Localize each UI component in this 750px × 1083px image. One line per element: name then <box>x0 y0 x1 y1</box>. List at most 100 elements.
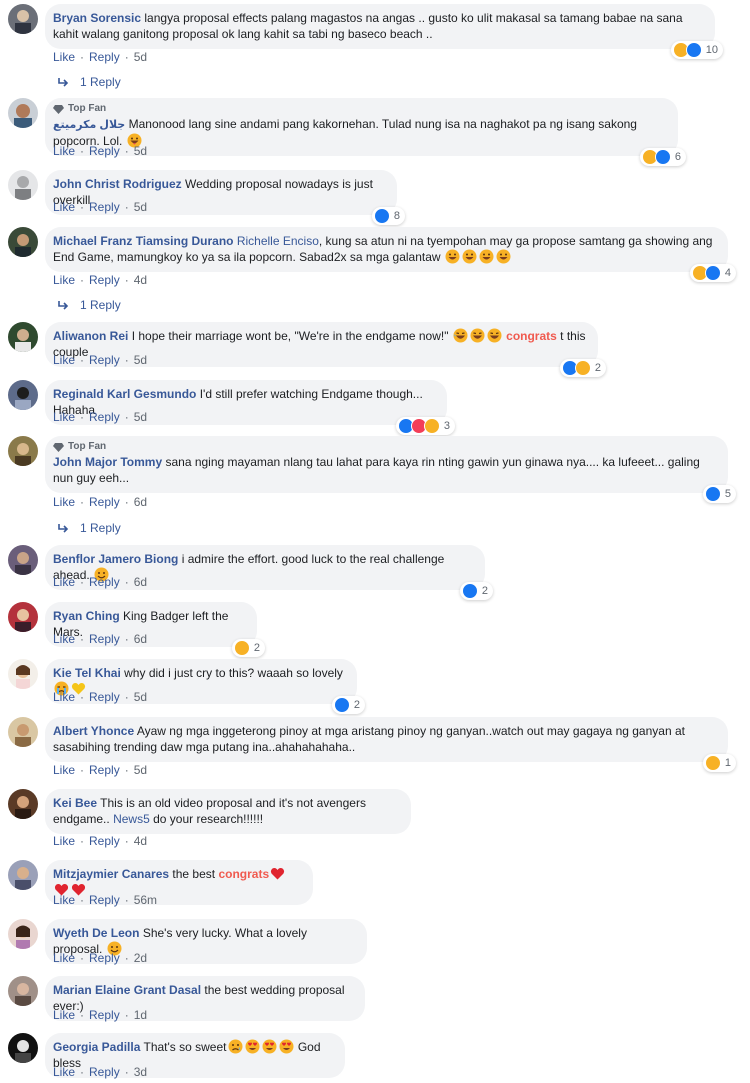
like-link[interactable]: Like <box>53 200 75 214</box>
timestamp[interactable]: 56m <box>134 893 157 907</box>
reply-link[interactable]: Reply <box>89 893 120 907</box>
avatar[interactable] <box>8 717 38 747</box>
like-link[interactable]: Like <box>53 1065 75 1079</box>
avatar[interactable] <box>8 545 38 575</box>
timestamp[interactable]: 5d <box>134 763 147 777</box>
commenter-name[interactable]: Kie Tel Khai <box>53 666 121 680</box>
avatar[interactable] <box>8 170 38 200</box>
timestamp[interactable]: 5d <box>134 690 147 704</box>
comment-feed: Bryan Sorensic langya proposal effects p… <box>0 0 750 1083</box>
reply-link[interactable]: Reply <box>89 144 120 158</box>
reply-link[interactable]: Reply <box>89 495 120 509</box>
avatar[interactable] <box>8 227 38 257</box>
like-link[interactable]: Like <box>53 575 75 589</box>
comment-text-after: do your research!!!!!! <box>153 812 264 826</box>
avatar[interactable] <box>8 4 38 34</box>
like-link[interactable]: Like <box>53 50 75 64</box>
commenter-name[interactable]: Benflor Jamero Biong <box>53 552 178 566</box>
avatar[interactable] <box>8 860 38 890</box>
reply-link[interactable]: Reply <box>89 763 120 777</box>
avatar[interactable] <box>8 1033 38 1063</box>
view-replies-link[interactable]: 1 Reply <box>58 75 121 89</box>
avatar[interactable] <box>8 919 38 949</box>
reply-link[interactable]: Reply <box>89 200 120 214</box>
like-link[interactable]: Like <box>53 410 75 424</box>
reaction-summary[interactable]: 2 <box>331 696 365 714</box>
commenter-name[interactable]: Bryan Sorensic <box>53 11 141 25</box>
timestamp[interactable]: 5d <box>134 410 147 424</box>
reaction-count: 1 <box>724 757 731 769</box>
timestamp[interactable]: 6d <box>134 575 147 589</box>
reaction-summary[interactable]: 2 <box>559 359 606 377</box>
avatar[interactable] <box>8 789 38 819</box>
reply-link[interactable]: Reply <box>89 834 120 848</box>
avatar[interactable] <box>8 659 38 689</box>
like-link[interactable]: Like <box>53 893 75 907</box>
reaction-summary[interactable]: 2 <box>459 582 493 600</box>
timestamp[interactable]: 2d <box>134 951 147 965</box>
reply-link[interactable]: Reply <box>89 410 120 424</box>
timestamp[interactable]: 4d <box>134 834 147 848</box>
commenter-name[interactable]: Mitzjaymier Canares <box>53 867 169 881</box>
reply-link[interactable]: Reply <box>89 1065 120 1079</box>
like-link[interactable]: Like <box>53 273 75 287</box>
timestamp[interactable]: 4d <box>134 273 147 287</box>
commenter-name[interactable]: John Major Tommy <box>53 455 162 469</box>
like-link[interactable]: Like <box>53 495 75 509</box>
commenter-name[interactable]: جلال مكرميتع <box>53 119 125 131</box>
like-link[interactable]: Like <box>53 632 75 646</box>
like-link[interactable]: Like <box>53 834 75 848</box>
reaction-summary[interactable]: 6 <box>639 148 686 166</box>
timestamp[interactable]: 6d <box>134 495 147 509</box>
timestamp[interactable]: 6d <box>134 632 147 646</box>
avatar[interactable] <box>8 602 38 632</box>
grin-emoji-icon <box>462 249 477 264</box>
like-link[interactable]: Like <box>53 690 75 704</box>
commenter-name[interactable]: Marian Elaine Grant Dasal <box>53 983 201 997</box>
mention-link[interactable]: Richelle Enciso <box>237 234 319 248</box>
reply-link[interactable]: Reply <box>89 575 120 589</box>
commenter-name[interactable]: Georgia Padilla <box>53 1040 140 1054</box>
commenter-name[interactable]: Aliwanon Rei <box>53 329 128 343</box>
timestamp[interactable]: 5d <box>134 353 147 367</box>
reaction-summary[interactable]: 1 <box>702 754 736 772</box>
commenter-name[interactable]: Michael Franz Tiamsing Durano <box>53 234 233 248</box>
timestamp[interactable]: 5d <box>134 50 147 64</box>
mention-link[interactable]: News5 <box>113 812 150 826</box>
timestamp[interactable]: 1d <box>134 1008 147 1022</box>
avatar[interactable] <box>8 380 38 410</box>
like-link[interactable]: Like <box>53 353 75 367</box>
commenter-name[interactable]: Reginald Karl Gesmundo <box>53 387 196 401</box>
timestamp[interactable]: 5d <box>134 200 147 214</box>
reply-link[interactable]: Reply <box>89 273 120 287</box>
view-replies-link[interactable]: 1 Reply <box>58 521 121 535</box>
timestamp[interactable]: 3d <box>134 1065 147 1079</box>
reply-link[interactable]: Reply <box>89 50 120 64</box>
reply-link[interactable]: Reply <box>89 951 120 965</box>
avatar[interactable] <box>8 322 38 352</box>
like-link[interactable]: Like <box>53 763 75 777</box>
avatar[interactable] <box>8 976 38 1006</box>
commenter-name[interactable]: Kei Bee <box>53 796 97 810</box>
view-replies-link[interactable]: 1 Reply <box>58 298 121 312</box>
reply-link[interactable]: Reply <box>89 353 120 367</box>
reaction-summary[interactable]: 2 <box>231 639 265 657</box>
reaction-summary[interactable]: 8 <box>371 207 405 225</box>
reply-link[interactable]: Reply <box>89 632 120 646</box>
commenter-name[interactable]: Albert Yhonce <box>53 724 134 738</box>
avatar[interactable] <box>8 98 38 128</box>
like-link[interactable]: Like <box>53 144 75 158</box>
avatar[interactable] <box>8 436 38 466</box>
commenter-name[interactable]: John Christ Rodriguez <box>53 177 182 191</box>
reaction-summary[interactable]: 4 <box>689 264 736 282</box>
reply-link[interactable]: Reply <box>89 690 120 704</box>
reply-link[interactable]: Reply <box>89 1008 120 1022</box>
reaction-summary[interactable]: 10 <box>670 41 723 59</box>
reaction-summary[interactable]: 3 <box>395 417 455 435</box>
commenter-name[interactable]: Ryan Ching <box>53 609 120 623</box>
like-link[interactable]: Like <box>53 1008 75 1022</box>
commenter-name[interactable]: Wyeth De Leon <box>53 926 139 940</box>
timestamp[interactable]: 5d <box>134 144 147 158</box>
like-link[interactable]: Like <box>53 951 75 965</box>
reaction-summary[interactable]: 5 <box>702 485 736 503</box>
